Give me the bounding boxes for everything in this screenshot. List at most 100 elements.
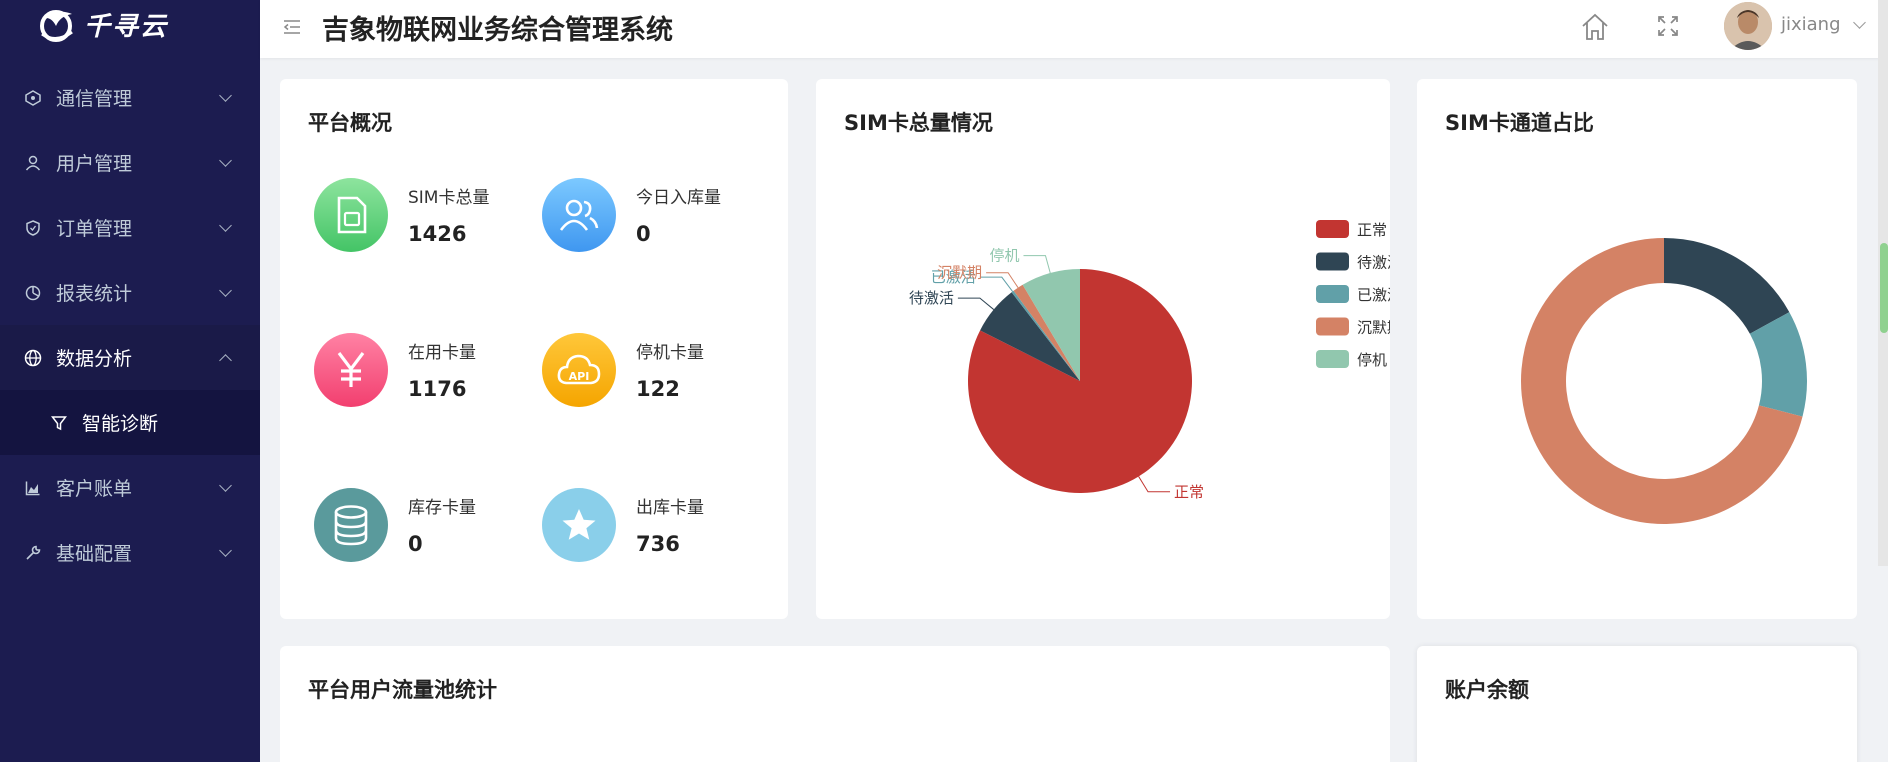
stat-value: 736 bbox=[636, 532, 680, 556]
donut-slice-0[interactable] bbox=[1664, 238, 1790, 334]
legend-swatch-4[interactable] bbox=[1316, 350, 1349, 368]
stat-stock-out: 出库卡量 736 bbox=[542, 488, 762, 568]
chevron-down-icon bbox=[219, 284, 232, 297]
overview-card: 平台概况 SIM卡总量 1426 今日入库量 0 在用卡量 1176 API 停… bbox=[280, 79, 788, 619]
pie-label-line-3 bbox=[986, 272, 1019, 288]
legend-swatch-0[interactable] bbox=[1316, 220, 1349, 238]
stat-label: 库存卡量 bbox=[408, 498, 476, 518]
page-title: 吉象物联网业务综合管理系统 bbox=[322, 15, 673, 46]
stat-today-stock-in: 今日入库量 0 bbox=[542, 178, 762, 258]
sidebar-item-basic-config[interactable]: 基础配置 bbox=[0, 520, 260, 585]
pie-label-4: 停机 bbox=[989, 247, 1019, 265]
sidebar-item-label: 数据分析 bbox=[56, 348, 133, 370]
stat-value: 1176 bbox=[408, 377, 467, 401]
chevron-down-icon bbox=[219, 219, 232, 232]
pie-label-0: 正常 bbox=[1174, 483, 1204, 501]
legend-label-2[interactable]: 已激活 bbox=[1357, 286, 1402, 304]
chevron-down-icon bbox=[219, 154, 232, 167]
stat-value: 122 bbox=[636, 377, 680, 401]
sidebar-item-customer-bill[interactable]: 客户账单 bbox=[0, 455, 260, 520]
card-title: 平台用户流量池统计 bbox=[308, 678, 497, 702]
sim-card-icon bbox=[314, 178, 388, 252]
pie-label-line-4 bbox=[1023, 255, 1051, 274]
pie-label-line-2 bbox=[979, 276, 1014, 292]
sidebar-item-reports[interactable]: 报表统计 bbox=[0, 260, 260, 325]
avatar-image bbox=[1724, 2, 1772, 50]
stat-sim-total: SIM卡总量 1426 bbox=[314, 178, 534, 258]
legend-label-0[interactable]: 正常 bbox=[1357, 221, 1387, 239]
card-title: SIM卡通道占比 bbox=[1445, 111, 1594, 135]
scrollbar-thumb[interactable] bbox=[1880, 243, 1888, 333]
stat-label: 出库卡量 bbox=[636, 498, 704, 518]
users-icon bbox=[542, 178, 616, 252]
sidebar-menu: 通信管理 用户管理 订单管理 报表统计 数据分析 智能诊断 客户账单 基础配置 bbox=[0, 65, 260, 585]
chevron-down-icon bbox=[219, 89, 232, 102]
stat-label: 在用卡量 bbox=[408, 343, 476, 363]
sidebar-item-label: 智能诊断 bbox=[82, 413, 159, 435]
top-header: 吉象物联网业务综合管理系统 jixiang bbox=[260, 0, 1888, 58]
star-icon bbox=[542, 488, 616, 562]
card-title: SIM卡总量情况 bbox=[844, 111, 993, 135]
menu-fold-icon[interactable] bbox=[282, 18, 302, 36]
stat-label: SIM卡总量 bbox=[408, 188, 490, 208]
filter-icon bbox=[50, 414, 68, 432]
sidebar-item-orders[interactable]: 订单管理 bbox=[0, 195, 260, 260]
pie-chart-icon bbox=[24, 284, 42, 302]
sidebar-item-label: 客户账单 bbox=[56, 478, 133, 500]
sidebar-item-label: 报表统计 bbox=[56, 283, 133, 305]
user-icon bbox=[24, 154, 42, 172]
chevron-down-icon bbox=[219, 479, 232, 492]
sidebar-item-communication[interactable]: 通信管理 bbox=[0, 65, 260, 130]
fullscreen-icon[interactable] bbox=[1656, 14, 1680, 38]
traffic-pool-card: 平台用户流量池统计 bbox=[280, 646, 1390, 762]
legend-label-4[interactable]: 停机 bbox=[1357, 351, 1387, 369]
pie-label-3: 沉默期 bbox=[937, 264, 982, 282]
database-icon bbox=[314, 488, 388, 562]
shield-icon bbox=[24, 219, 42, 237]
logo[interactable]: 千寻云 bbox=[0, 0, 260, 48]
stat-in-use: 在用卡量 1176 bbox=[314, 333, 534, 413]
brand-name: 千寻云 bbox=[84, 11, 169, 42]
card-title: 账户余额 bbox=[1445, 678, 1529, 702]
pie-label-1: 待激活 bbox=[909, 289, 954, 307]
chevron-down-icon[interactable] bbox=[1853, 16, 1866, 29]
sim-pie-chart: 正常待激活已激活沉默期停机正常待激活已激活沉默期停机 bbox=[909, 220, 1402, 501]
stat-suspended: API 停机卡量 122 bbox=[542, 333, 762, 413]
legend-swatch-1[interactable] bbox=[1316, 252, 1349, 271]
chevron-down-icon bbox=[219, 544, 232, 557]
sidebar-item-users[interactable]: 用户管理 bbox=[0, 130, 260, 195]
stat-value: 0 bbox=[408, 532, 423, 556]
home-icon[interactable] bbox=[1580, 12, 1610, 42]
sim-total-chart-card: SIM卡总量情况 正常待激活已激活沉默期停机正常待激活已激活沉默期停机 bbox=[816, 79, 1402, 619]
sidebar-item-data-analysis[interactable]: 数据分析 bbox=[0, 325, 260, 390]
sidebar-item-label: 订单管理 bbox=[56, 218, 133, 240]
sidebar-item-smart-diagnosis[interactable]: 智能诊断 bbox=[0, 390, 260, 455]
pie-label-line-1 bbox=[957, 297, 995, 310]
legend-swatch-2[interactable] bbox=[1316, 285, 1349, 303]
account-balance-card: 账户余额 bbox=[1417, 646, 1857, 762]
pie-label-line-0 bbox=[1138, 476, 1171, 493]
network-icon bbox=[24, 89, 42, 107]
sidebar-item-label: 通信管理 bbox=[56, 88, 133, 110]
stat-inventory: 库存卡量 0 bbox=[314, 488, 534, 568]
sidebar-item-label: 用户管理 bbox=[56, 153, 133, 175]
channel-donut-chart bbox=[1521, 238, 1807, 524]
username[interactable]: jixiang bbox=[1781, 14, 1841, 35]
card-title: 平台概况 bbox=[308, 111, 392, 135]
legend-swatch-3[interactable] bbox=[1316, 317, 1349, 336]
cloud-api-icon: API bbox=[542, 333, 616, 407]
submenu: 智能诊断 bbox=[0, 390, 260, 455]
avatar[interactable] bbox=[1724, 2, 1772, 50]
legend-label-3[interactable]: 沉默期 bbox=[1357, 319, 1402, 337]
sidebar: 千寻云 通信管理 用户管理 订单管理 报表统计 数据分析 智能诊断 客户账单 基… bbox=[0, 0, 260, 762]
area-chart-icon bbox=[24, 479, 42, 497]
globe-icon bbox=[24, 349, 42, 367]
stat-value: 0 bbox=[636, 222, 651, 246]
svg-text:API: API bbox=[569, 370, 590, 383]
stat-label: 今日入库量 bbox=[636, 188, 721, 208]
stat-label: 停机卡量 bbox=[636, 343, 704, 363]
legend-label-1[interactable]: 待激活 bbox=[1357, 254, 1402, 272]
channel-ratio-chart-card: SIM卡通道占比 bbox=[1417, 79, 1857, 619]
brand-logo-icon bbox=[40, 10, 73, 42]
chevron-up-icon bbox=[219, 354, 232, 367]
